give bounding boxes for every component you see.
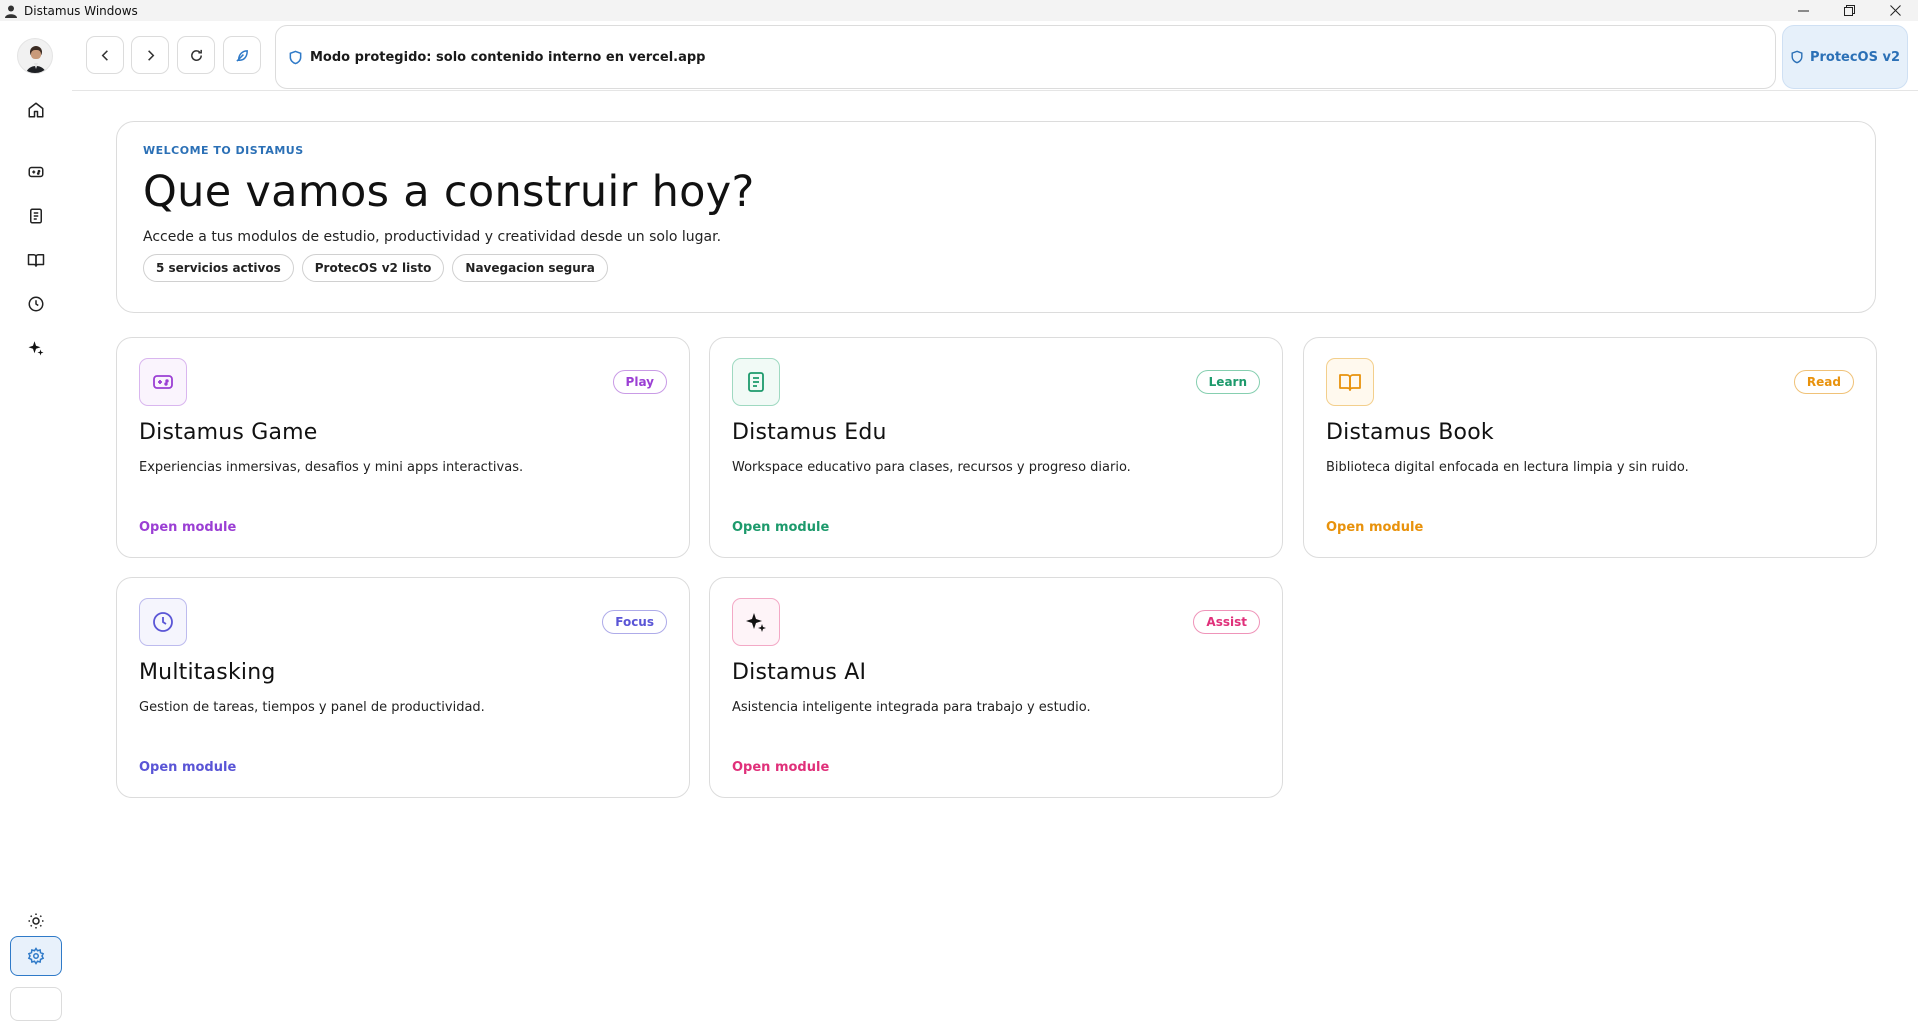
open-module-link[interactable]: Open module: [1326, 520, 1423, 535]
page-title: Que vamos a construir hoy?: [143, 167, 755, 217]
sidebar-item-book[interactable]: [16, 240, 56, 280]
sidebar-item-ai[interactable]: [16, 328, 56, 368]
sidebar-empty-slot[interactable]: [10, 987, 62, 1021]
module-badge: Assist: [1193, 610, 1260, 634]
open-module-link[interactable]: Open module: [139, 760, 236, 775]
module-description: Asistencia inteligente integrada para tr…: [732, 700, 1091, 715]
module-description: Workspace educativo para clases, recurso…: [732, 460, 1131, 475]
chip-active-services: 5 servicios activos: [143, 254, 294, 282]
close-icon: [1889, 5, 1901, 16]
gamepad-icon: [28, 166, 44, 178]
hero-subtitle: Accede a tus modulos de estudio, product…: [143, 229, 722, 245]
address-text: Modo protegido: solo contenido interno e…: [310, 49, 706, 65]
browser-toolbar: Modo protegido: solo contenido interno e…: [72, 21, 1918, 91]
shield-icon: [1791, 50, 1803, 64]
restore-button[interactable]: [1826, 0, 1872, 21]
module-icon-box: [732, 598, 780, 646]
gear-icon: [27, 947, 45, 965]
window-title: Distamus Windows: [24, 3, 138, 18]
sidebar: [0, 21, 72, 1032]
welcome-hero: WELCOME TO DISTAMUS Que vamos a construi…: [116, 121, 1876, 313]
clock-icon: [153, 612, 173, 632]
clock-icon: [28, 296, 44, 312]
settings-button[interactable]: [10, 936, 62, 976]
module-badge: Play: [612, 370, 667, 394]
module-title: Distamus Game: [139, 420, 318, 445]
theme-toggle-button[interactable]: [16, 901, 56, 941]
chip-protecos-ready: ProtecOS v2 listo: [301, 254, 445, 282]
notebook-icon: [30, 208, 42, 224]
gamepad-icon: [153, 375, 173, 389]
toolbar-divider: [72, 90, 1918, 91]
book-icon: [27, 254, 45, 267]
module-badge: Focus: [602, 610, 667, 634]
forward-button[interactable]: [131, 36, 169, 74]
module-icon-box: [139, 598, 187, 646]
shield-icon: [289, 50, 302, 64]
module-card-book[interactable]: Read Distamus Book Biblioteca digital en…: [1303, 337, 1877, 558]
module-badge: Read: [1793, 370, 1854, 394]
module-title: Distamus Edu: [732, 420, 887, 445]
back-button[interactable]: [86, 36, 124, 74]
app-avatar-icon: [5, 5, 17, 18]
sidebar-item-edu[interactable]: [16, 196, 56, 236]
module-description: Experiencias inmersivas, desafios y mini…: [139, 460, 524, 475]
chevron-left-icon: [101, 49, 108, 61]
sparkle-icon: [746, 613, 766, 632]
window-titlebar: Distamus Windows: [0, 0, 1918, 21]
hero-chips: 5 servicios activos ProtecOS v2 listo Na…: [143, 254, 1849, 282]
module-badge: Learn: [1195, 370, 1260, 394]
extension-button[interactable]: [223, 36, 261, 74]
module-title: Multitasking: [139, 660, 276, 685]
module-description: Gestion de tareas, tiempos y panel de pr…: [139, 700, 485, 715]
chevron-right-icon: [147, 49, 154, 61]
sidebar-item-home[interactable]: [16, 90, 56, 130]
minimize-icon: [1797, 10, 1809, 12]
module-icon-box: [1326, 358, 1374, 406]
module-title: Distamus AI: [732, 660, 867, 685]
reload-button[interactable]: [177, 36, 215, 74]
module-card-game[interactable]: Play Distamus Game Experiencias inmersiv…: [116, 337, 690, 558]
open-module-link[interactable]: Open module: [732, 520, 829, 535]
book-icon: [1339, 374, 1361, 391]
sun-icon: [28, 913, 44, 929]
module-card-ai[interactable]: Assist Distamus AI Asistencia inteligent…: [709, 577, 1283, 798]
user-avatar-icon: [26, 46, 46, 73]
reload-icon: [190, 49, 202, 61]
minimize-button[interactable]: [1780, 0, 1826, 21]
address-bar[interactable]: Modo protegido: solo contenido interno e…: [275, 25, 1776, 89]
open-module-link[interactable]: Open module: [732, 760, 829, 775]
feather-icon: [235, 49, 248, 62]
open-module-link[interactable]: Open module: [139, 520, 236, 535]
module-title: Distamus Book: [1326, 420, 1494, 445]
user-avatar[interactable]: [17, 38, 53, 74]
close-button[interactable]: [1872, 0, 1918, 21]
sidebar-item-game[interactable]: [16, 152, 56, 192]
hero-eyebrow: WELCOME TO DISTAMUS: [143, 144, 304, 157]
module-icon-box: [139, 358, 187, 406]
module-card-edu[interactable]: Learn Distamus Edu Workspace educativo p…: [709, 337, 1283, 558]
module-card-multitasking[interactable]: Focus Multitasking Gestion de tareas, ti…: [116, 577, 690, 798]
notebook-icon: [748, 372, 764, 392]
protecos-label: ProtecOS v2: [1809, 49, 1901, 65]
restore-icon: [1843, 5, 1855, 16]
module-description: Biblioteca digital enfocada en lectura l…: [1326, 460, 1689, 475]
sparkle-icon: [28, 341, 44, 356]
module-icon-box: [732, 358, 780, 406]
home-icon: [28, 102, 44, 118]
sidebar-item-multitasking[interactable]: [16, 284, 56, 324]
protecos-button[interactable]: ProtecOS v2: [1782, 25, 1908, 89]
chip-secure-navigation: Navegacion segura: [452, 254, 608, 282]
